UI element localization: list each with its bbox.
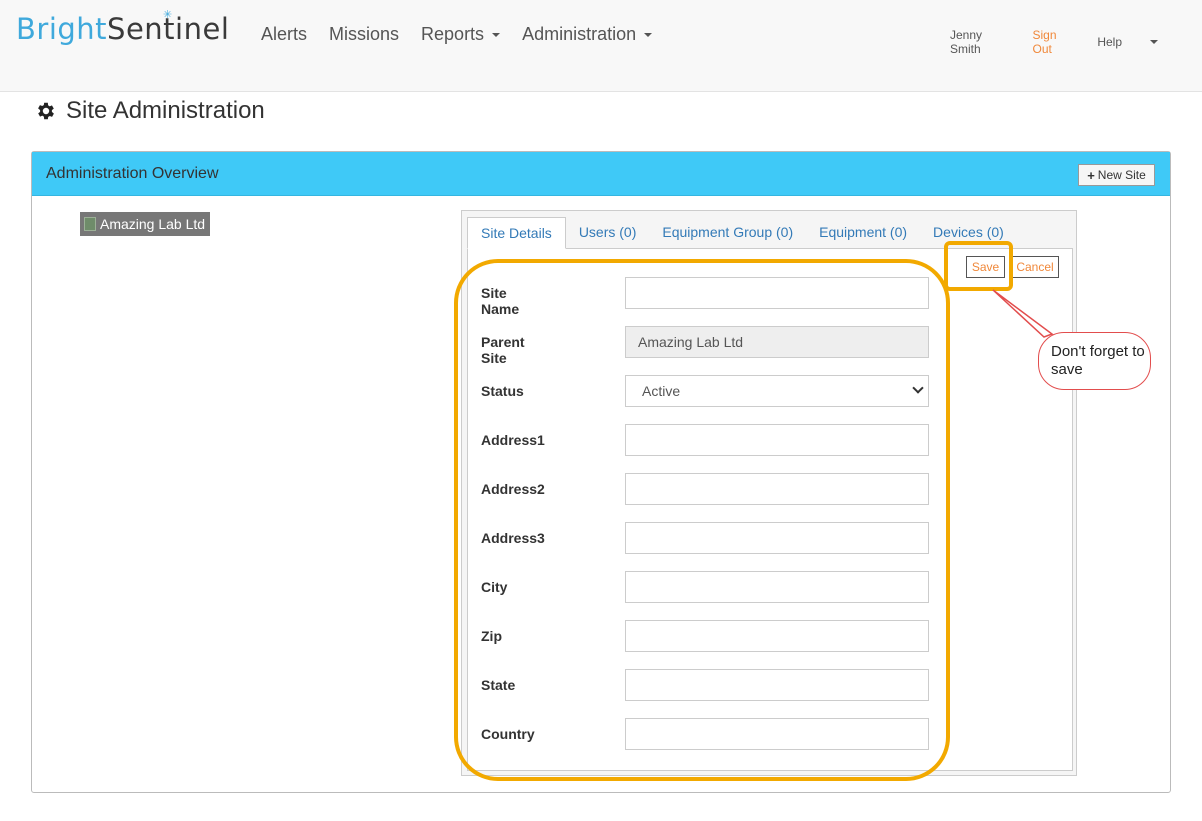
caret-down-icon [1150,40,1158,44]
nav-administration-label: Administration [522,24,637,44]
caret-down-icon [492,32,501,37]
address2-label: Address2 [481,481,545,497]
zip-input[interactable] [625,620,929,652]
tree-node-label: Amazing Lab Ltd [100,216,206,232]
navbar: BrightSentinel ✳ Alerts Missions Reports… [0,0,1202,92]
building-icon [84,217,96,231]
tab-bar: Site Details Users (0) Equipment Group (… [467,217,1017,249]
admin-panel: Administration Overview + New Site Amazin… [31,151,1171,793]
address3-input[interactable] [625,522,929,554]
help-label: Help [1097,35,1122,49]
nav-reports-label: Reports [421,24,485,44]
site-details-pane: Save Cancel Site Name Parent Site Amazin… [467,248,1073,771]
nav-alerts[interactable]: Alerts [261,24,307,45]
new-site-label: New Site [1097,168,1146,182]
tree-node-site[interactable]: Amazing Lab Ltd [80,212,211,236]
country-label: Country [481,726,535,742]
page-title: Site Administration [35,97,265,125]
status-label: Status [481,383,524,399]
tab-devices[interactable]: Devices (0) [920,217,1017,247]
parent-site-input: Amazing Lab Ltd [625,326,929,358]
site-name-input[interactable] [625,277,929,309]
page-title-text: Site Administration [66,97,265,124]
caret-down-icon [644,32,653,37]
user-name[interactable]: Jenny Smith [950,28,1011,56]
tab-site-details[interactable]: Site Details [467,217,566,249]
status-select[interactable]: Active [625,375,929,407]
address2-input[interactable] [625,473,929,505]
plus-icon: + [1087,167,1095,183]
help-menu[interactable]: Help [1097,28,1180,56]
brand-part1: Bright [16,12,108,46]
panel-header: Administration Overview + New Site [32,152,1170,196]
panel-title: Administration Overview [46,165,219,182]
status-value: Active [642,383,681,399]
nav-administration[interactable]: Administration [522,24,653,45]
site-name-label: Site Name [481,285,520,317]
tab-equipment-group[interactable]: Equipment Group (0) [649,217,806,247]
zip-label: Zip [481,628,502,644]
tab-users[interactable]: Users (0) [566,217,650,247]
country-input[interactable] [625,718,929,750]
brand-logo[interactable]: BrightSentinel ✳ [16,8,229,46]
save-reminder-callout: Don't forget to save [1038,332,1151,390]
main-nav: Alerts Missions Reports Administration [261,24,674,45]
new-site-button[interactable]: + New Site [1078,164,1155,186]
user-nav: Jenny Smith Sign Out Help [950,28,1202,56]
chevron-down-icon [912,382,924,394]
parent-site-label: Parent Site [481,334,525,366]
address3-label: Address3 [481,530,545,546]
city-input[interactable] [625,571,929,603]
save-button[interactable]: Save [966,256,1005,278]
site-tabs-container: Site Details Users (0) Equipment Group (… [461,210,1077,776]
address1-input[interactable] [625,424,929,456]
nav-missions[interactable]: Missions [329,24,399,45]
state-label: State [481,677,516,693]
city-label: City [481,579,508,595]
sparkle-icon: ✳ [163,8,173,21]
nav-reports[interactable]: Reports [421,24,501,45]
address1-label: Address1 [481,432,545,448]
tab-equipment[interactable]: Equipment (0) [806,217,920,247]
state-input[interactable] [625,669,929,701]
cancel-button[interactable]: Cancel [1011,256,1059,278]
gear-icon [38,102,54,120]
sign-out-link[interactable]: Sign Out [1033,28,1076,56]
